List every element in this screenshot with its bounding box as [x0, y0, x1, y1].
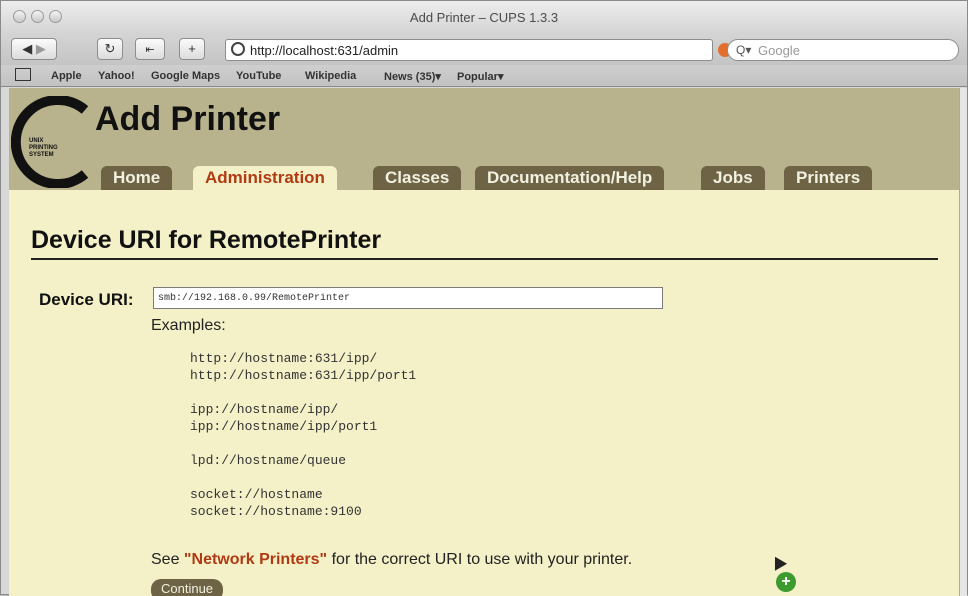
- plus-icon: +: [188, 41, 196, 56]
- tab-classes[interactable]: Classes: [373, 166, 462, 190]
- example-uri: http://hostname:631/ipp/port1: [190, 368, 417, 383]
- snapback-button[interactable]: ⇤: [135, 38, 165, 60]
- example-uri: lpd://hostname/queue: [190, 453, 347, 468]
- note-prefix: See: [151, 551, 180, 568]
- example-group-lpd: lpd://hostname/queue: [190, 452, 416, 469]
- examples-label: Examples:: [151, 317, 226, 334]
- forward-icon[interactable]: ▶: [36, 41, 46, 56]
- tab-printers[interactable]: Printers: [784, 166, 873, 190]
- bookmark-google-maps[interactable]: Google Maps: [151, 70, 220, 82]
- copy-plus-icon: +: [776, 572, 796, 592]
- vertical-scrollbar[interactable]: [959, 88, 967, 596]
- address-url[interactable]: http://localhost:631/admin: [250, 43, 398, 58]
- bookmark-popular[interactable]: Popular▾: [457, 70, 503, 83]
- web-page: UNIX PRINTING SYSTEM Add Printer Home Ad…: [9, 88, 959, 596]
- back-forward-buttons[interactable]: ◀ ▶: [11, 38, 57, 60]
- bookmark-news[interactable]: News (35)▾: [384, 70, 441, 83]
- continue-button[interactable]: Continue: [151, 579, 224, 596]
- search-placeholder[interactable]: Google: [758, 43, 800, 58]
- address-bar[interactable]: http://localhost:631/admin: [225, 39, 732, 61]
- snapback-icon: ⇤: [145, 44, 155, 56]
- example-uri: socket://hostname: [190, 487, 323, 502]
- examples-list: http://hostname:631/ipp/ http://hostname…: [190, 350, 416, 537]
- device-uri-label: Device URI:: [39, 290, 134, 309]
- title-bar: Add Printer – CUPS 1.3.3: [1, 1, 967, 35]
- bookmark-youtube[interactable]: YouTube: [236, 70, 281, 82]
- example-group-socket: socket://hostname socket://hostname:9100: [190, 486, 416, 520]
- device-uri-input[interactable]: [153, 287, 663, 309]
- example-uri: ipp://hostname/ipp/: [190, 402, 339, 417]
- search-field[interactable]: Q▾ Google: [727, 39, 959, 61]
- tab-jobs[interactable]: Jobs: [701, 166, 765, 190]
- example-group-http: http://hostname:631/ipp/ http://hostname…: [190, 350, 416, 384]
- reload-button[interactable]: ↻: [97, 38, 123, 60]
- window-title: Add Printer – CUPS 1.3.3: [409, 10, 559, 25]
- tab-home[interactable]: Home: [101, 166, 173, 190]
- tab-documentation-help[interactable]: Documentation/Help: [475, 166, 665, 190]
- browser-window: Add Printer – CUPS 1.3.3 ◀ ▶ ↻ ⇤ + http:…: [0, 0, 968, 596]
- divider: [31, 258, 938, 260]
- toolbar: ◀ ▶ ↻ ⇤ + http://localhost:631/admin Q▾ …: [1, 35, 967, 65]
- back-icon[interactable]: ◀: [22, 41, 32, 56]
- note-suffix: for the correct URI to use with your pri…: [331, 551, 633, 568]
- logo-text: UNIX PRINTING SYSTEM: [29, 138, 58, 158]
- example-uri: http://hostname:631/ipp/: [190, 351, 378, 366]
- network-printers-link[interactable]: "Network Printers": [184, 551, 327, 568]
- tab-administration[interactable]: Administration: [193, 166, 337, 190]
- bookmark-yahoo[interactable]: Yahoo!: [98, 70, 135, 82]
- page-title: Add Printer: [95, 100, 281, 138]
- add-bookmark-button[interactable]: +: [179, 38, 205, 60]
- example-group-ipp: ipp://hostname/ipp/ ipp://hostname/ipp/p…: [190, 401, 416, 435]
- example-uri: ipp://hostname/ipp/port1: [190, 419, 378, 434]
- reload-icon: ↻: [104, 41, 116, 56]
- search-icon: Q▾: [736, 43, 752, 57]
- site-icon: [231, 42, 245, 56]
- example-uri: socket://hostname:9100: [190, 504, 362, 519]
- bookmark-wikipedia[interactable]: Wikipedia: [305, 70, 356, 82]
- uri-help-note: See "Network Printers" for the correct U…: [151, 551, 632, 569]
- bookmarks-icon[interactable]: [15, 68, 31, 81]
- bookmark-apple[interactable]: Apple: [51, 70, 82, 82]
- bookmarks-bar: Apple Yahoo! Google Maps YouTube Wikiped…: [1, 65, 967, 87]
- cups-header: UNIX PRINTING SYSTEM Add Printer Home Ad…: [9, 88, 959, 190]
- section-title: Device URI for RemotePrinter: [31, 226, 382, 254]
